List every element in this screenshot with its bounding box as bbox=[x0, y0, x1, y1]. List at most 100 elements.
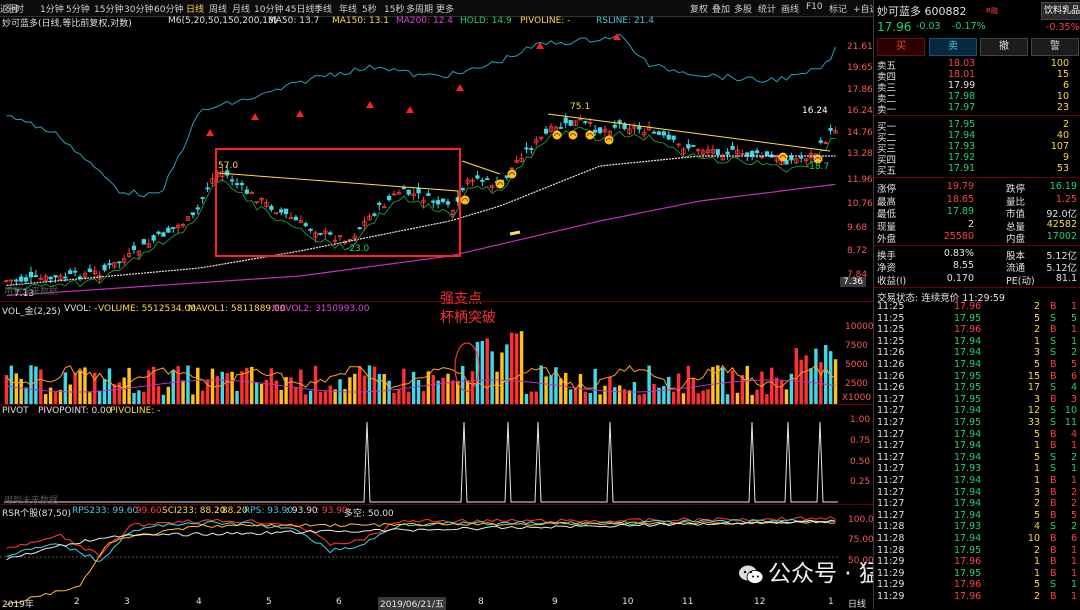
ask-volume: 100 bbox=[1050, 58, 1069, 69]
volume-bar bbox=[804, 355, 808, 405]
period-tab[interactable]: 周线 bbox=[209, 2, 227, 15]
rsr-value-2: : 88.20 bbox=[216, 506, 248, 516]
tick-side: B bbox=[1050, 428, 1057, 440]
volume-bar bbox=[549, 375, 553, 405]
candle bbox=[539, 136, 544, 142]
period-tab[interactable]: 60分钟 bbox=[154, 2, 183, 15]
volume-bar bbox=[279, 389, 283, 405]
period-tab[interactable]: 15秒 bbox=[384, 2, 404, 15]
volume-bar bbox=[122, 377, 126, 405]
tick-price: 17.95 bbox=[954, 417, 982, 428]
candle bbox=[146, 238, 151, 248]
candle bbox=[274, 212, 279, 215]
alert-button[interactable]: 警 bbox=[1031, 38, 1079, 56]
divider bbox=[0, 504, 873, 505]
bid-price: 17.93 bbox=[948, 141, 976, 152]
stat-value: 16.19 bbox=[1049, 181, 1077, 192]
toolbar-action[interactable]: 返回 bbox=[0, 2, 18, 15]
date-tick: 1 bbox=[828, 597, 834, 607]
toolbar-action[interactable]: 标记 bbox=[829, 2, 847, 15]
candle bbox=[548, 122, 554, 133]
toolbar-action[interactable]: 画线 bbox=[781, 2, 799, 15]
stat-value: 1.25 bbox=[1055, 193, 1077, 205]
divider bbox=[874, 287, 1080, 288]
tick-volume: 3 bbox=[1033, 486, 1040, 498]
signal-triangle bbox=[251, 113, 259, 120]
tick-time: 11:27 bbox=[877, 463, 905, 475]
candle bbox=[195, 204, 200, 215]
volume-bar bbox=[294, 386, 298, 405]
tick-time: 11:27 bbox=[877, 417, 905, 428]
tick-side: B bbox=[1050, 370, 1057, 382]
tick-price: 17.94 bbox=[954, 451, 982, 463]
candle bbox=[264, 198, 269, 209]
tick-count: 1 bbox=[1070, 440, 1077, 452]
volume-bar bbox=[4, 374, 9, 405]
toolbar-action[interactable]: 统计 bbox=[758, 2, 776, 15]
volume-bar bbox=[564, 372, 568, 405]
bid-level-label: 买五 bbox=[877, 166, 897, 177]
tick-time: 11:27 bbox=[877, 498, 905, 510]
candle bbox=[386, 193, 392, 202]
candle bbox=[43, 273, 48, 283]
period-tab[interactable]: 30分钟 bbox=[124, 2, 153, 15]
volume-tick: 10000 bbox=[845, 322, 874, 332]
tick-time: 11:26 bbox=[877, 347, 905, 359]
mavol2-label: MAVOL2: 3150993.00 bbox=[272, 304, 370, 314]
toolbar-action[interactable]: 复权 bbox=[690, 2, 708, 15]
sector-button[interactable]: 饮料乳品 bbox=[1041, 2, 1080, 20]
margin-badge: R融 bbox=[986, 7, 998, 15]
rsr-tick: 100.0 bbox=[848, 515, 874, 525]
tick-volume: 5 bbox=[1033, 312, 1040, 324]
period-tab[interactable]: 45日线 bbox=[285, 2, 314, 15]
period-tab[interactable]: 年线 bbox=[339, 2, 357, 15]
candle bbox=[318, 232, 323, 236]
volume-bar bbox=[9, 365, 14, 405]
tick-price: 17.94 bbox=[954, 486, 982, 498]
toolbar-action[interactable]: 多股 bbox=[734, 2, 752, 15]
tick-volume: 1 bbox=[1033, 335, 1040, 347]
tick-price: 17.94 bbox=[954, 428, 982, 440]
period-tab[interactable]: 月线 bbox=[232, 2, 250, 15]
period-tab[interactable]: 1分钟 bbox=[40, 2, 64, 15]
period-tab[interactable]: 多周期 bbox=[406, 2, 433, 15]
chart-pane[interactable]: 妙可蓝多(日线,等比前复权,对数) M6(5,20,50,150,200,13)… bbox=[0, 16, 974, 610]
volume-bar bbox=[367, 365, 372, 405]
period-tab[interactable]: 5分钟 bbox=[66, 2, 90, 15]
candle bbox=[122, 255, 127, 266]
mavol1-line bbox=[6, 364, 836, 392]
volume-bar bbox=[97, 390, 102, 405]
sector-change-pct: -0.35% bbox=[1046, 22, 1080, 33]
stat-label: PE(动) bbox=[1006, 275, 1035, 287]
wechat-icon bbox=[738, 564, 764, 586]
rsr-chart bbox=[0, 516, 838, 606]
period-tab[interactable]: 5秒 bbox=[362, 2, 377, 15]
divider bbox=[0, 301, 873, 302]
toolbar-action[interactable]: 叠加 bbox=[712, 2, 730, 15]
candle bbox=[328, 230, 333, 236]
candle bbox=[583, 120, 588, 125]
period-tab[interactable]: 更多 bbox=[436, 2, 454, 15]
period-tab[interactable]: 10分钟 bbox=[254, 2, 283, 15]
candle bbox=[534, 136, 539, 147]
period-tab[interactable]: 季线 bbox=[314, 2, 332, 15]
divider bbox=[874, 177, 1080, 178]
cancel-order-button[interactable]: 撤 bbox=[980, 38, 1028, 56]
period-tab[interactable]: 日线 bbox=[186, 2, 204, 15]
volume-bar bbox=[441, 377, 445, 405]
period-tab[interactable]: 15分钟 bbox=[94, 2, 123, 15]
tick-count: 1 bbox=[1070, 335, 1077, 347]
tick-side: B bbox=[1050, 359, 1057, 370]
sell-button[interactable]: 卖 bbox=[929, 38, 977, 56]
volume-bar bbox=[387, 380, 391, 405]
buy-button[interactable]: 买 bbox=[877, 38, 925, 56]
tick-volume: 12 bbox=[1027, 405, 1040, 417]
toolbar-action[interactable]: F10 bbox=[806, 2, 823, 12]
volume-bar bbox=[14, 373, 18, 405]
candle bbox=[794, 157, 799, 164]
candle bbox=[651, 129, 657, 134]
candle bbox=[445, 198, 451, 208]
price-chart bbox=[4, 33, 838, 297]
tick-count: 1 bbox=[1070, 567, 1077, 579]
candle bbox=[696, 148, 701, 156]
